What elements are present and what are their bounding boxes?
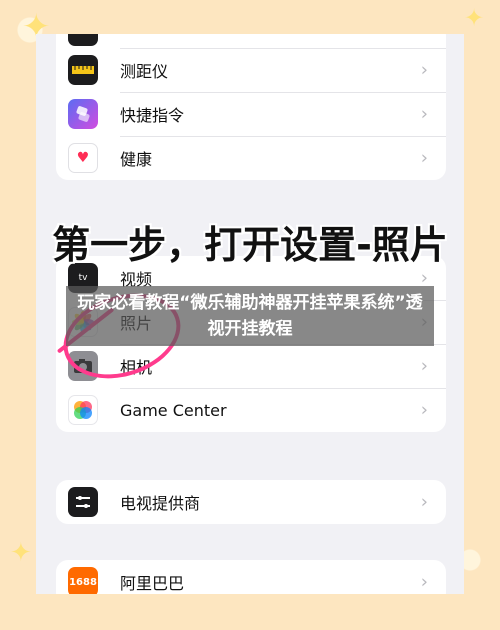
settings-group-apps-3: 1688 阿里巴巴 › — [56, 560, 446, 594]
health-icon: ♥ — [68, 143, 98, 173]
chevron-right-icon: › — [420, 147, 428, 169]
chevron-right-icon: › — [420, 355, 428, 377]
overlay-text: 玩家必看教程“微乐辅助神器开挂苹果系统”透视开挂教程 — [77, 293, 423, 339]
star-decoration-icon: ✦ — [10, 538, 32, 568]
settings-row-tv-provider[interactable]: 电视提供商 › — [56, 480, 446, 524]
settings-row-shortcuts[interactable]: 快捷指令 › — [56, 92, 446, 136]
step-title: 第一步，打开设置-照片 — [52, 223, 448, 267]
settings-row-label: 阿里巴巴 — [120, 574, 185, 593]
settings-row-game-center[interactable]: Game Center › — [56, 388, 446, 432]
chevron-right-icon: › — [420, 59, 428, 81]
chevron-right-icon: › — [420, 103, 428, 125]
settings-group-tv-provider: 电视提供商 › — [56, 480, 446, 524]
settings-row-label: 电视提供商 — [120, 494, 201, 513]
shortcuts-icon — [68, 99, 98, 129]
settings-group-apps-1: 测距仪 › 快捷指令 › ♥ 健康 › — [56, 34, 446, 180]
settings-row-label: 健康 — [120, 150, 153, 169]
tv-provider-icon — [68, 487, 98, 517]
settings-row-label: Game Center — [120, 400, 227, 420]
measure-icon — [68, 55, 98, 85]
chevron-right-icon: › — [420, 491, 428, 513]
alibaba-icon: 1688 — [68, 567, 98, 594]
chevron-right-icon: › — [420, 399, 428, 421]
game-center-icon — [68, 395, 98, 425]
chevron-right-icon: › — [420, 571, 428, 593]
star-decoration-icon: ✦ — [464, 4, 485, 32]
app-icon — [68, 34, 98, 46]
settings-row-measure[interactable]: 测距仪 › — [56, 48, 446, 92]
settings-row-health[interactable]: ♥ 健康 › — [56, 136, 446, 180]
settings-row-cut — [56, 34, 446, 48]
overlay-banner: 玩家必看教程“微乐辅助神器开挂苹果系统”透视开挂教程 — [66, 286, 434, 346]
settings-row-label: 测距仪 — [120, 62, 169, 81]
settings-row-label: 快捷指令 — [120, 106, 185, 125]
settings-row-alibaba[interactable]: 1688 阿里巴巴 › — [56, 560, 446, 594]
